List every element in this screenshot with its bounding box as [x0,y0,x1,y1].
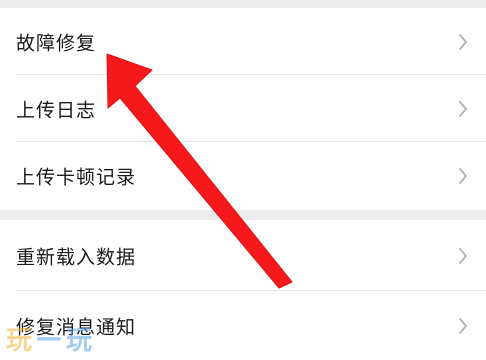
menu-item-label: 重新载入数据 [16,246,137,268]
watermark-char: 玩 [66,325,95,356]
menu-item-upload-lag-records[interactable]: 上传卡顿记录 [0,142,486,210]
menu-item-reload-data[interactable]: 重新载入数据 [0,220,486,291]
menu-item-upload-logs[interactable]: 上传日志 [0,75,486,142]
settings-group-troubleshoot: 故障修复 上传日志 上传卡顿记录 [0,8,486,210]
menu-item-label: 故障修复 [16,32,97,54]
chevron-right-icon [459,168,467,184]
watermark-dash: — [36,323,65,353]
menu-item-label: 上传日志 [16,99,97,121]
watermark-char: 玩 [6,325,35,356]
top-spacer [0,0,486,8]
menu-item-fault-repair[interactable]: 故障修复 [0,8,486,75]
menu-item-label: 上传卡顿记录 [16,166,137,189]
chevron-right-icon [459,247,467,264]
chevron-right-icon [459,317,467,334]
chevron-right-icon [459,33,467,50]
watermark-logo: 玩 — 玩 [6,320,94,356]
chevron-right-icon [459,100,467,117]
